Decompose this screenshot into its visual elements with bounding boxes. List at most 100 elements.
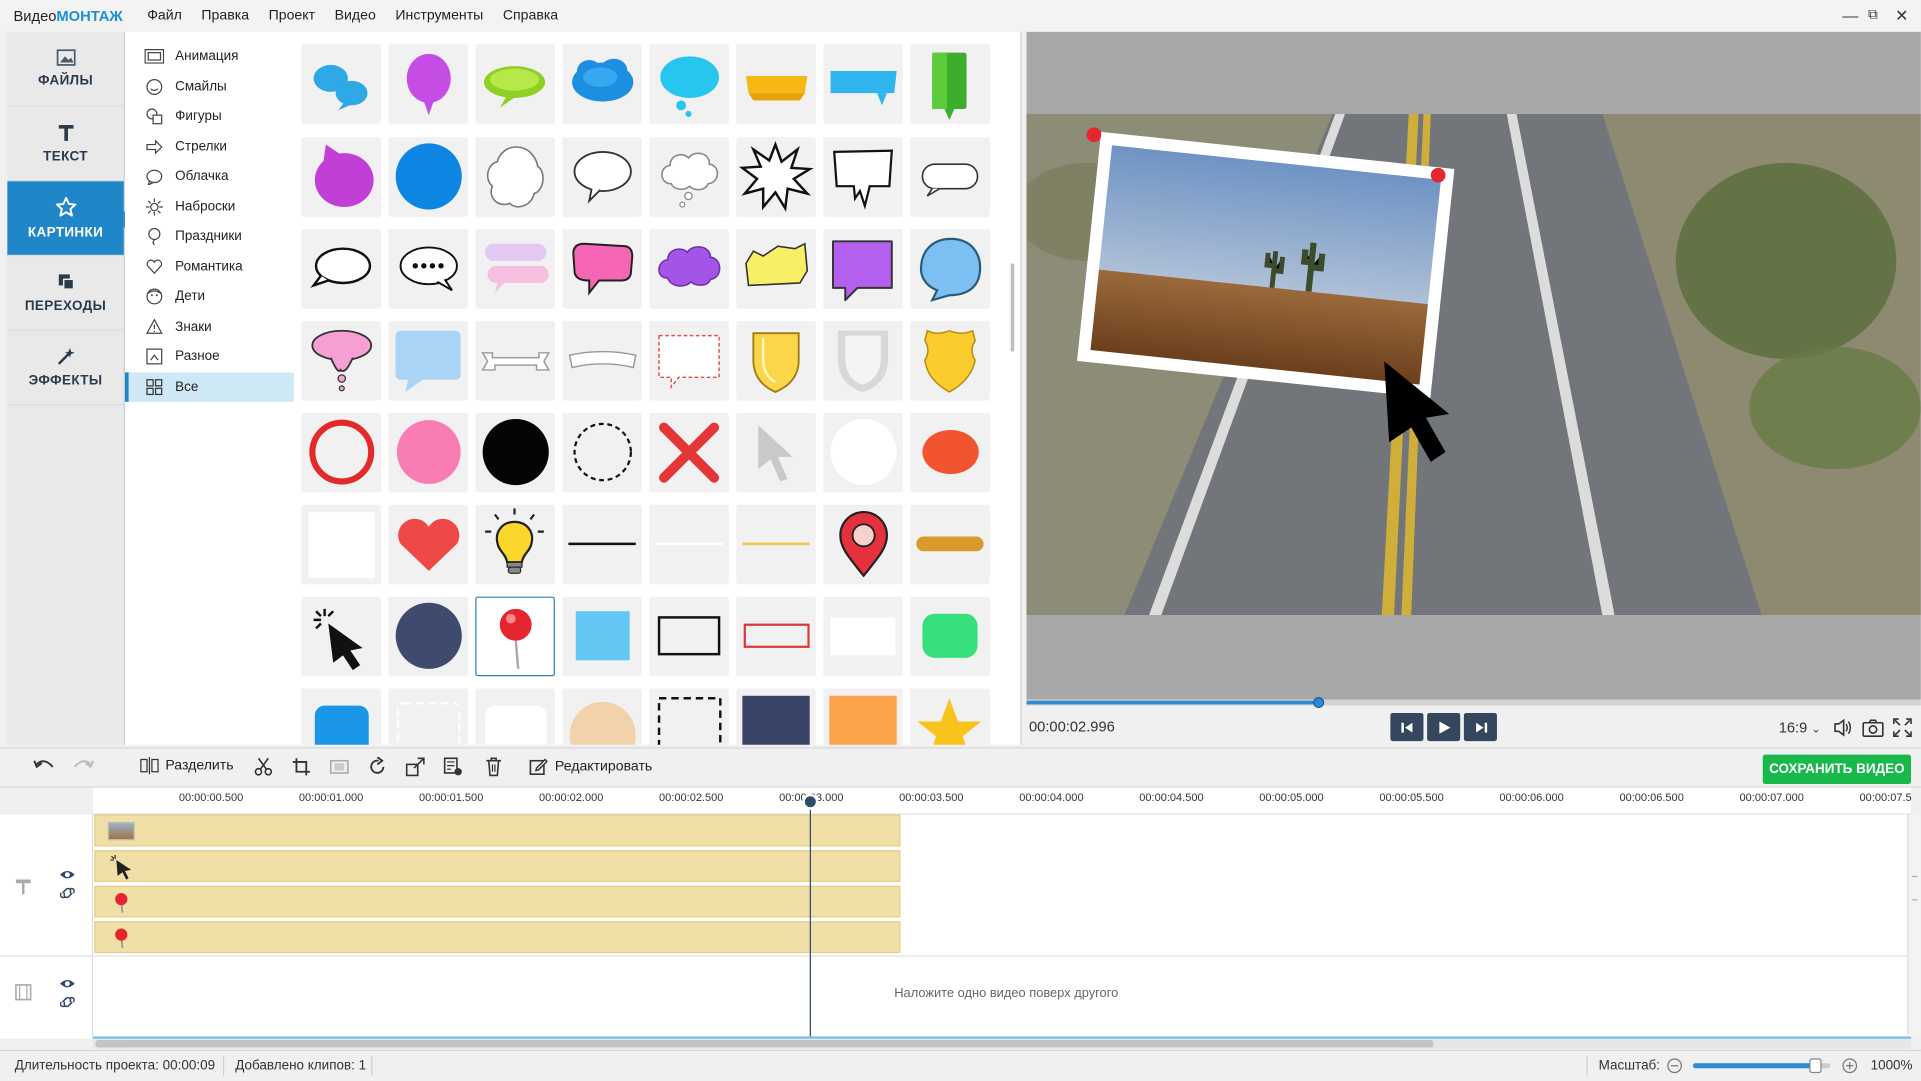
sticker-cross-red[interactable] bbox=[649, 412, 729, 493]
sticker-shield-yellow[interactable] bbox=[736, 320, 816, 401]
sticker-note-yellow[interactable] bbox=[736, 229, 816, 309]
sticker-cloud-violet[interactable] bbox=[649, 229, 729, 309]
snapshot-button[interactable] bbox=[1862, 718, 1884, 741]
sticker-circle-pink[interactable] bbox=[388, 412, 468, 493]
sticker-bubble-violet-square[interactable] bbox=[823, 229, 903, 309]
minimize-icon[interactable]: — bbox=[1842, 6, 1858, 24]
rotate-button[interactable] bbox=[368, 757, 388, 777]
sticker-bubble-pink-stack[interactable] bbox=[475, 229, 555, 309]
sticker-bubble-blue-cloud[interactable] bbox=[562, 44, 642, 124]
properties-button[interactable] bbox=[443, 757, 463, 777]
restore-icon[interactable]: ⧉ bbox=[1868, 7, 1878, 23]
eye-icon[interactable] bbox=[59, 978, 76, 990]
sticker-bubble-magenta[interactable] bbox=[388, 44, 468, 124]
sticker-bubble-outline[interactable] bbox=[562, 137, 642, 217]
tab-effects[interactable]: ЭФФЕКТЫ bbox=[7, 331, 124, 406]
sticker-rounded-white[interactable] bbox=[475, 688, 555, 745]
sticker-oval-red[interactable] bbox=[910, 412, 990, 493]
timeline-hscroll-thumb[interactable] bbox=[95, 1040, 1434, 1048]
sticker-badge-yellow[interactable] bbox=[910, 320, 990, 401]
clip-pin-1[interactable] bbox=[94, 885, 901, 918]
sticker-bubble-pink-outlined[interactable] bbox=[562, 229, 642, 309]
sticker-dashed-frame-bubble[interactable] bbox=[649, 320, 729, 401]
undo-button[interactable] bbox=[33, 757, 55, 774]
sticker-bubble-cyan-cloud[interactable] bbox=[649, 44, 729, 124]
sticker-square-lightblue[interactable] bbox=[562, 596, 642, 677]
save-video-button[interactable]: СОХРАНИТЬ ВИДЕО bbox=[1762, 754, 1911, 784]
category-shapes[interactable]: Фигуры bbox=[125, 102, 294, 132]
crop-button[interactable] bbox=[292, 757, 312, 777]
delete-button[interactable] bbox=[485, 757, 502, 777]
sticker-bubble-green-cloud[interactable] bbox=[475, 44, 555, 124]
edit-button[interactable]: Редактировать bbox=[529, 757, 652, 775]
sticker-rect-red-outline[interactable] bbox=[736, 596, 816, 677]
aspect-ratio-select[interactable]: 16:9 ⌄ bbox=[1779, 719, 1821, 736]
sticker-bubble-pink-comic[interactable] bbox=[301, 320, 381, 401]
clip-photo[interactable] bbox=[94, 814, 901, 847]
category-misc[interactable]: Разное bbox=[125, 342, 294, 372]
sticker-rounded-dashed[interactable] bbox=[388, 688, 468, 745]
sticker-circle-navy[interactable] bbox=[388, 596, 468, 677]
sticker-shield-gray[interactable] bbox=[823, 320, 903, 401]
sticker-bubble-rounded-outline[interactable] bbox=[910, 137, 990, 217]
sticker-rounded-green[interactable] bbox=[910, 596, 990, 677]
skip-forward-button[interactable] bbox=[1463, 712, 1497, 742]
timeline-vscroll[interactable] bbox=[1907, 814, 1921, 1036]
zoom-in-icon[interactable] bbox=[1841, 1057, 1858, 1074]
close-icon[interactable]: ✕ bbox=[1895, 6, 1908, 26]
video-frame[interactable] bbox=[1026, 113, 1921, 615]
clip-pin-2[interactable] bbox=[94, 921, 901, 954]
sticker-line-black[interactable] bbox=[562, 504, 642, 585]
sticker-circle-blue[interactable] bbox=[388, 137, 468, 217]
link-icon[interactable] bbox=[60, 886, 75, 901]
zoom-out-icon[interactable] bbox=[1666, 1057, 1683, 1074]
category-animation[interactable]: Анимация bbox=[125, 42, 294, 72]
sticker-line-white[interactable] bbox=[649, 504, 729, 585]
timeline-ruler[interactable]: 00:00:00.500 00:00:01.000 00:00:01.500 00:0… bbox=[93, 787, 1912, 815]
sticker-push-pin[interactable] bbox=[475, 596, 555, 677]
sticker-rect-black-outline[interactable] bbox=[649, 596, 729, 677]
cut-button[interactable] bbox=[254, 757, 274, 777]
category-holidays[interactable]: Праздники bbox=[125, 222, 294, 252]
category-kids[interactable]: Дети bbox=[125, 282, 294, 312]
sticker-ribbon-outline-2[interactable] bbox=[562, 320, 642, 401]
tab-text[interactable]: ТЕКСТ bbox=[7, 107, 124, 182]
sticker-circle-dashed[interactable] bbox=[562, 412, 642, 493]
category-bubbles[interactable]: Облачка bbox=[125, 162, 294, 192]
sticker-bubble-lightblue[interactable] bbox=[388, 320, 468, 401]
sticker-cursor-gray[interactable] bbox=[736, 412, 816, 493]
sticker-bubble-blue-outlined[interactable] bbox=[910, 229, 990, 309]
sticker-circle-white[interactable] bbox=[823, 412, 903, 493]
sticker-square-navy[interactable] bbox=[736, 688, 816, 745]
menu-help[interactable]: Справка bbox=[493, 9, 568, 24]
sticker-burst-outline[interactable] bbox=[736, 137, 816, 217]
redo-button[interactable] bbox=[72, 757, 95, 774]
sticker-square-dashed-black[interactable] bbox=[649, 688, 729, 745]
sticker-thought-cloud-outline[interactable] bbox=[649, 137, 729, 217]
split-button[interactable]: Разделить bbox=[140, 757, 234, 775]
resize-button[interactable] bbox=[405, 757, 425, 777]
tab-pictures[interactable]: КАРТИНКИ bbox=[7, 181, 133, 257]
playhead-handle[interactable] bbox=[802, 793, 819, 810]
sticker-bar-orange[interactable] bbox=[910, 504, 990, 585]
sticker-rect-white[interactable] bbox=[823, 596, 903, 677]
sticker-map-pin[interactable] bbox=[823, 504, 903, 585]
sticker-ribbon-outline-1[interactable] bbox=[475, 320, 555, 401]
menu-project[interactable]: Проект bbox=[259, 9, 325, 24]
category-sketches[interactable]: Наброски bbox=[125, 192, 294, 222]
sticker-bubble-black-outline[interactable] bbox=[301, 229, 381, 309]
sticker-lightbulb[interactable] bbox=[475, 504, 555, 585]
sticker-square-white[interactable] bbox=[301, 504, 381, 585]
sticker-bubble-blue-double[interactable] bbox=[301, 44, 381, 124]
sticker-rounded-blue[interactable] bbox=[301, 688, 381, 745]
menu-video[interactable]: Видео bbox=[325, 9, 386, 24]
menu-file[interactable]: Файл bbox=[137, 9, 191, 24]
category-romance[interactable]: Романтика bbox=[125, 252, 294, 282]
menu-edit[interactable]: Правка bbox=[192, 9, 259, 24]
sticker-heart-red[interactable] bbox=[388, 504, 468, 585]
category-arrows[interactable]: Стрелки bbox=[125, 132, 294, 162]
tab-transitions[interactable]: ПЕРЕХОДЫ bbox=[7, 256, 124, 331]
eye-icon[interactable] bbox=[59, 869, 76, 881]
fullscreen-button[interactable] bbox=[1893, 718, 1913, 741]
link-icon[interactable] bbox=[60, 995, 75, 1010]
